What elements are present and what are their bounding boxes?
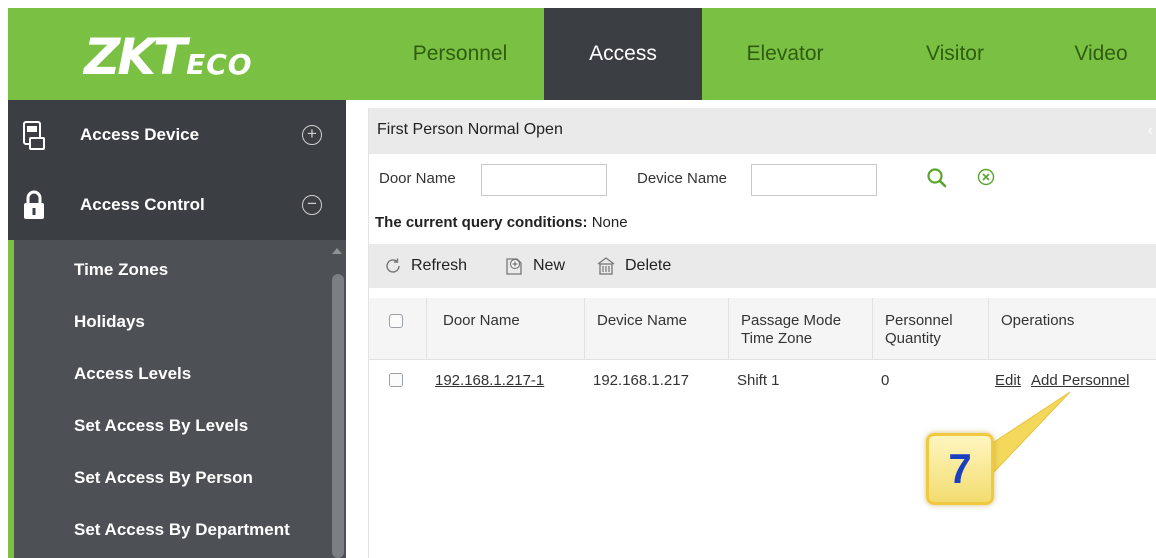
step-callout-badge: 7 — [926, 433, 994, 505]
